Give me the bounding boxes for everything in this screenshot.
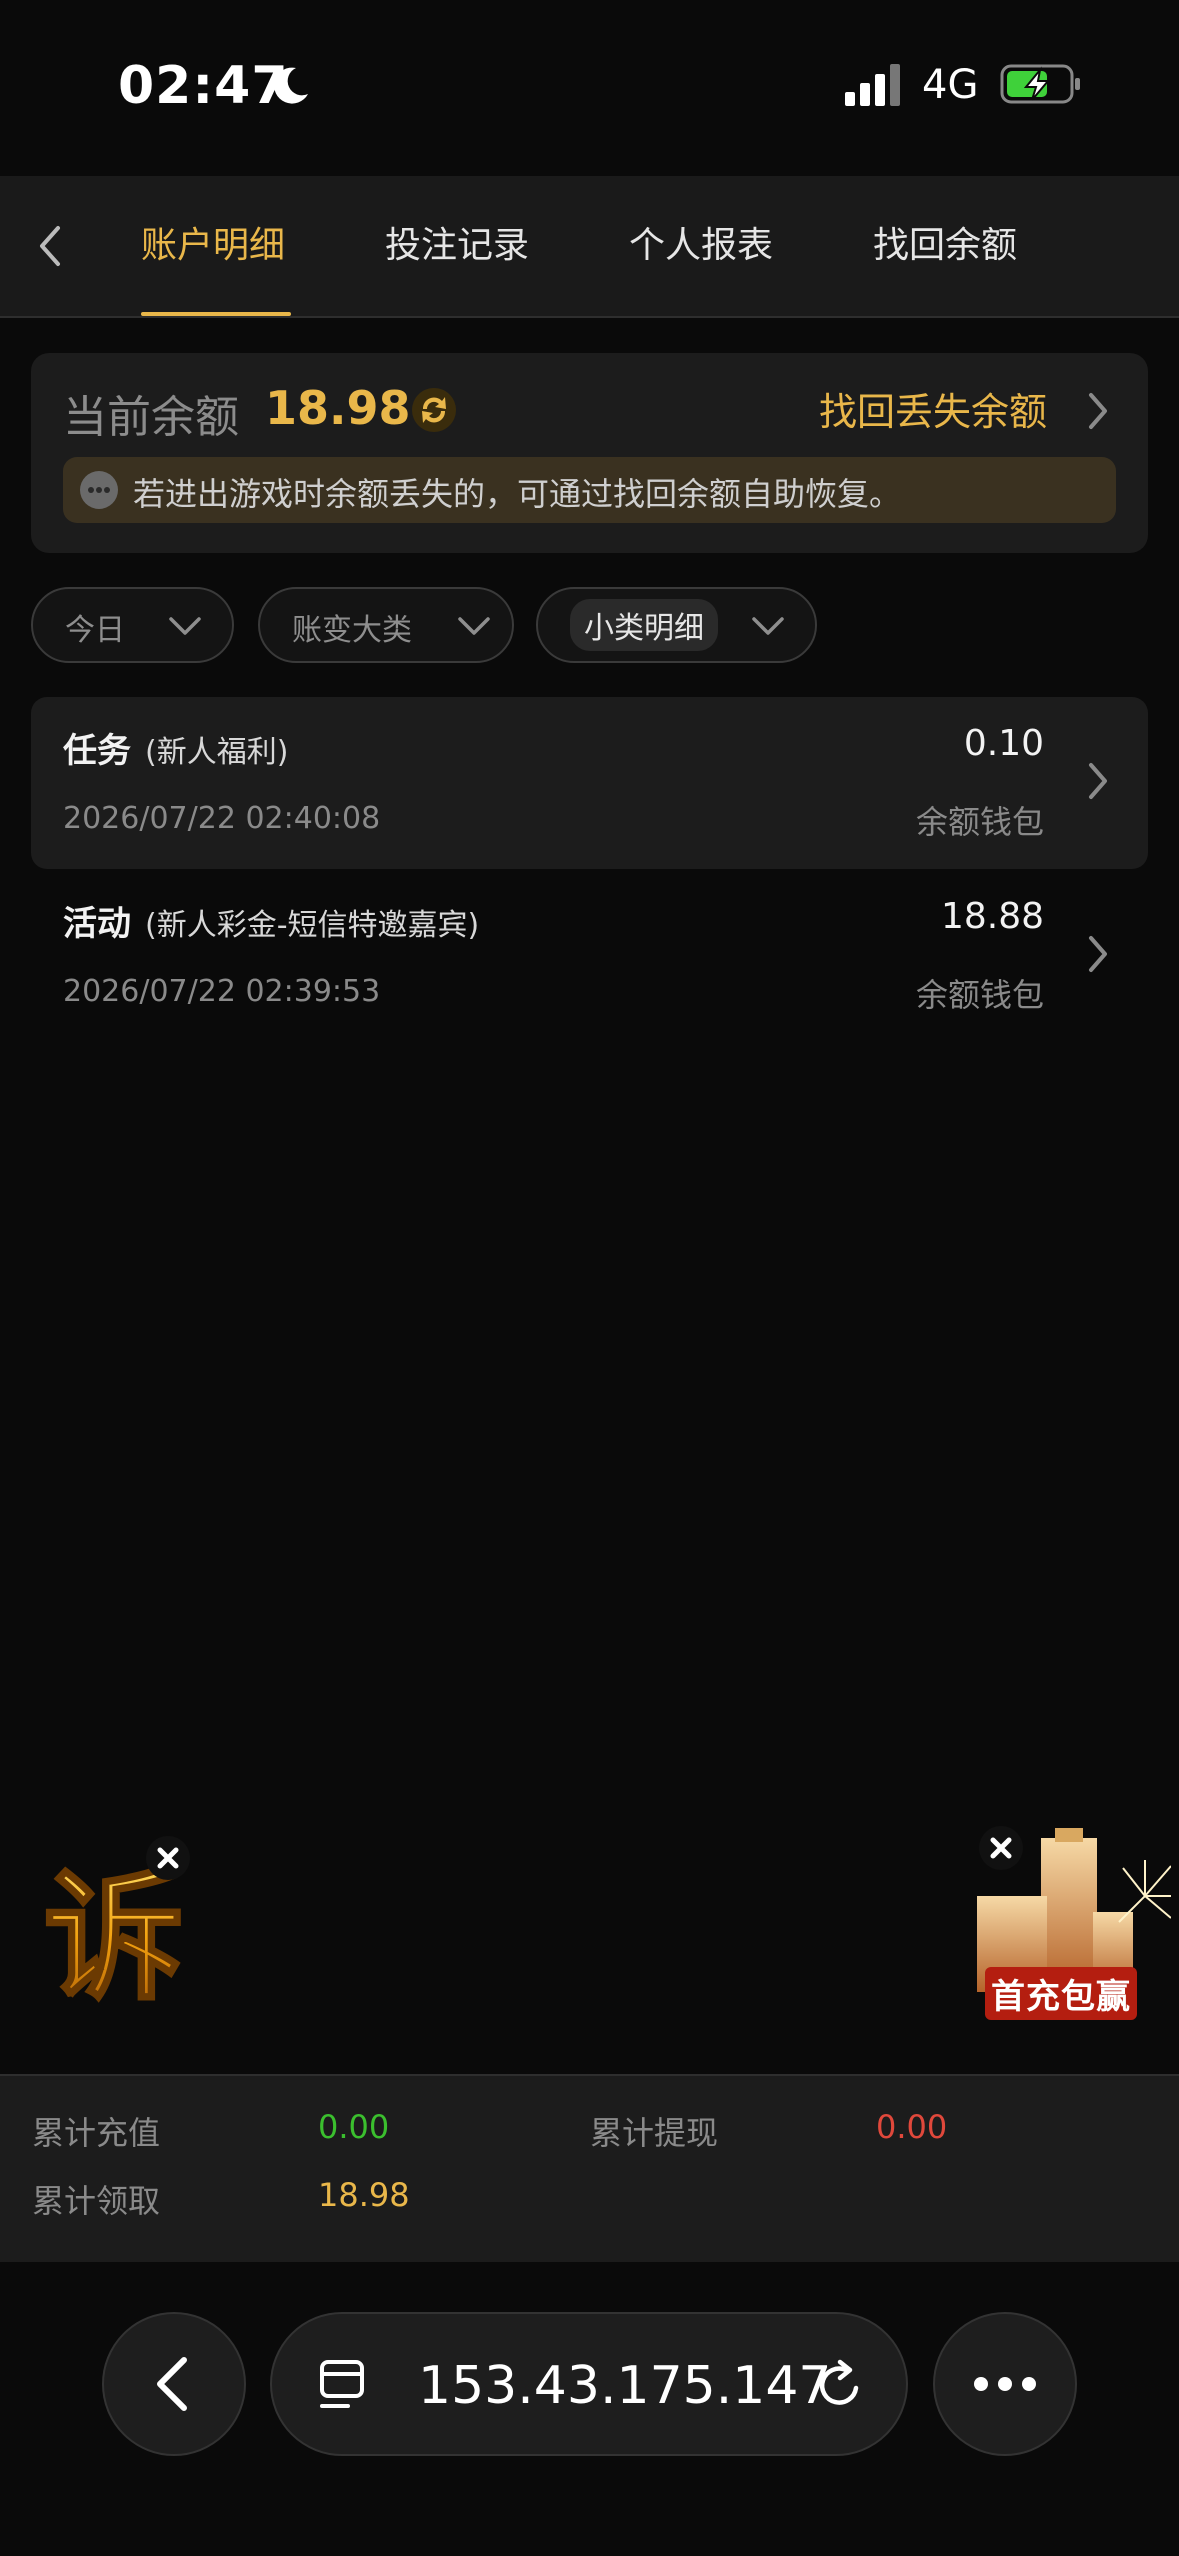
record-amount: 18.88 <box>940 896 1044 937</box>
browser-back-button[interactable] <box>102 2312 246 2456</box>
notice-bar: 若进出游戏时余额丢失的，可通过找回余额自助恢复。 <box>63 457 1116 523</box>
signal-icon <box>845 64 900 106</box>
filter-subcategory[interactable]: 小类明细 <box>536 587 817 663</box>
balance-value: 18.98 <box>265 381 411 435</box>
tab-bet-records[interactable]: 投注记录 <box>385 216 529 276</box>
filter-subcategory-label: 小类明细 <box>570 599 718 651</box>
total-withdraw-value: 0.00 <box>876 2108 948 2146</box>
refresh-icon[interactable] <box>409 385 459 435</box>
record-type: 任务 <box>63 731 131 771</box>
notice-text: 若进出游戏时余额丢失的，可通过找回余额自助恢复。 <box>133 475 902 513</box>
reload-icon[interactable] <box>812 2358 868 2414</box>
chevron-right-icon <box>1089 763 1107 799</box>
browser-more-button[interactable] <box>933 2312 1077 2456</box>
close-icon <box>990 1837 1012 1859</box>
record-amount: 0.10 <box>963 723 1044 764</box>
status-bar: 02:47 4G <box>0 0 1179 176</box>
chat-bubble-icon <box>80 471 118 509</box>
close-left-float-button[interactable] <box>146 1836 190 1880</box>
record-subtype: (新人彩金-短信特邀嘉宾) <box>145 908 480 943</box>
complaint-float-button[interactable]: 诉 <box>40 1836 200 2008</box>
chevron-down-icon <box>458 617 490 635</box>
record-wallet: 余额钱包 <box>915 803 1044 841</box>
record-time: 2026/07/22 02:40:08 <box>63 801 381 836</box>
record-wallet: 余额钱包 <box>915 976 1044 1014</box>
total-recharge-label: 累计充值 <box>32 2114 161 2152</box>
filter-date[interactable]: 今日 <box>31 587 234 663</box>
chevron-down-icon <box>169 617 201 635</box>
url-text: 153.43.175.147 <box>418 2356 832 2416</box>
close-icon <box>157 1847 179 1869</box>
total-withdraw-label: 累计提现 <box>590 2114 719 2152</box>
record-subtype: (新人福利) <box>145 735 289 770</box>
tab-bar: 账户明细 投注记录 个人报表 找回余额 <box>0 176 1179 318</box>
totals-panel: 累计充值 0.00 累计提现 0.00 累计领取 18.98 <box>0 2074 1179 2262</box>
chevron-down-icon <box>752 617 784 635</box>
moon-icon <box>274 67 308 104</box>
status-time: 02:47 <box>118 56 289 116</box>
tab-account-details[interactable]: 账户明细 <box>141 216 285 276</box>
first-deposit-promo[interactable]: 首充包赢 <box>975 1826 1171 2026</box>
chevron-right-icon <box>1089 936 1107 972</box>
page-menu-icon[interactable] <box>318 2358 372 2414</box>
record-row[interactable]: 活动 (新人彩金-短信特邀嘉宾) 2026/07/22 02:39:53 18.… <box>31 870 1148 1042</box>
filter-category[interactable]: 账变大类 <box>258 587 514 663</box>
promo-label: 首充包赢 <box>985 1967 1137 2020</box>
filter-date-label: 今日 <box>65 613 125 648</box>
address-bar[interactable]: 153.43.175.147 <box>270 2312 908 2456</box>
battery-charging-icon <box>1000 64 1080 104</box>
total-claimed-label: 累计领取 <box>32 2182 161 2220</box>
back-chevron-icon[interactable] <box>28 216 72 276</box>
tab-recover-balance[interactable]: 找回余额 <box>873 216 1017 276</box>
total-claimed-value: 18.98 <box>318 2176 410 2214</box>
record-type: 活动 <box>63 904 131 944</box>
filter-category-label: 账变大类 <box>292 613 412 648</box>
tab-personal-report[interactable]: 个人报表 <box>629 216 773 276</box>
balance-label: 当前余额 <box>63 392 239 443</box>
active-tab-indicator <box>141 312 291 316</box>
chevron-left-icon <box>157 2357 187 2411</box>
balance-card: 当前余额 18.98 找回丢失余额 若进出游戏时余额丢失的，可通过找回余额自助恢… <box>31 353 1148 553</box>
more-dots-icon <box>974 2377 1036 2391</box>
recover-lost-balance-link[interactable]: 找回丢失余额 <box>819 381 1047 436</box>
chevron-right-icon[interactable] <box>1083 387 1113 435</box>
network-label: 4G <box>922 62 979 108</box>
record-time: 2026/07/22 02:39:53 <box>63 974 381 1009</box>
close-right-float-button[interactable] <box>979 1826 1023 1870</box>
record-row[interactable]: 任务 (新人福利) 2026/07/22 02:40:08 0.10 余额钱包 <box>31 697 1148 869</box>
browser-toolbar: 153.43.175.147 <box>0 2262 1179 2556</box>
total-recharge-value: 0.00 <box>318 2108 390 2146</box>
